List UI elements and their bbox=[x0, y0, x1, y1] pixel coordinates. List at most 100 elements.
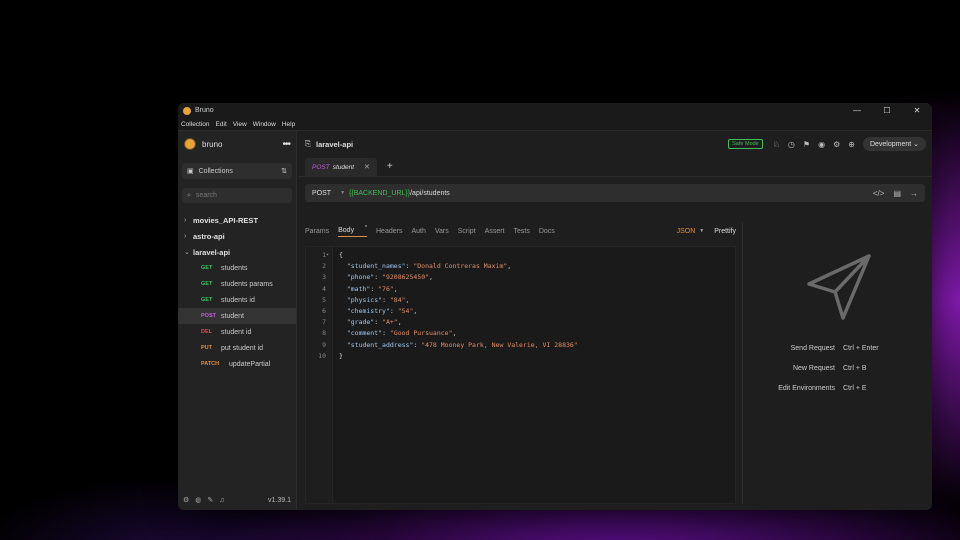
shortcut-row: Edit Environments Ctrl + E bbox=[743, 378, 932, 398]
environment-select[interactable]: Development ⌄ bbox=[862, 137, 926, 151]
run-icon[interactable]: ⚑ bbox=[803, 140, 810, 149]
json-key: "chemistry" bbox=[346, 306, 390, 315]
request-name: student id bbox=[221, 328, 252, 336]
request-tabs: POST student ✕ + bbox=[298, 157, 932, 177]
tab-post-student[interactable]: POST student ✕ bbox=[305, 158, 377, 176]
clock-icon[interactable]: ◷ bbox=[788, 140, 795, 149]
request-name: put student id bbox=[221, 344, 264, 352]
code-icon[interactable]: </> bbox=[873, 189, 885, 198]
eye-icon[interactable]: ◉ bbox=[818, 140, 825, 149]
json-value: "Good Pursuance" bbox=[389, 329, 453, 338]
tab-script[interactable]: Script bbox=[458, 228, 476, 235]
url-bar[interactable]: POST ▼ {{BACKEND_URL}} /api/students </>… bbox=[305, 184, 925, 202]
url-variable: {{BACKEND_URL}} bbox=[349, 189, 411, 197]
request-item[interactable]: PUT put student id bbox=[178, 340, 296, 356]
line-number: 10 bbox=[318, 351, 326, 360]
tab-docs[interactable]: Docs bbox=[539, 228, 555, 235]
prettify-button[interactable]: Prettify bbox=[714, 228, 736, 235]
request-item[interactable]: GET students bbox=[178, 260, 296, 276]
runner-icon[interactable]: ♘ bbox=[773, 140, 780, 149]
code-text: "math": "76", bbox=[346, 284, 398, 293]
collection-name: laravel-api bbox=[193, 247, 231, 257]
maximize-button[interactable]: ☐ bbox=[872, 106, 902, 115]
json-key: "comment" bbox=[346, 329, 383, 338]
tab-headers[interactable]: Headers bbox=[376, 228, 402, 235]
send-arrow-icon[interactable]: → bbox=[910, 189, 918, 198]
shortcut-keys: Ctrl + B bbox=[843, 364, 867, 372]
shortcut-keys: Ctrl + Enter bbox=[843, 344, 879, 352]
close-tab-icon[interactable]: ✕ bbox=[364, 163, 370, 171]
code-text: { bbox=[339, 251, 343, 259]
collection-item[interactable]: › astro-api bbox=[178, 228, 296, 244]
tab-body[interactable]: Body * bbox=[338, 224, 367, 238]
request-item-active[interactable]: POST student bbox=[178, 308, 296, 324]
body-mode-select[interactable]: JSON bbox=[677, 228, 696, 235]
menu-help[interactable]: Help bbox=[282, 121, 295, 128]
shortcut-list: Send Request Ctrl + Enter New Request Ct… bbox=[743, 338, 932, 398]
collection-item[interactable]: ⌄ laravel-api bbox=[178, 244, 296, 260]
collection-header: ⎘ laravel-api Safe Mode ♘ ◷ ⚑ ◉ ⚙ ⊕ Deve… bbox=[298, 131, 932, 157]
new-tab-button[interactable]: + bbox=[387, 161, 393, 172]
code-line: 6 "chemistry": "54", bbox=[306, 306, 735, 317]
plugin-icon[interactable]: ✎ bbox=[207, 496, 213, 504]
request-item[interactable]: DEL student id bbox=[178, 324, 296, 340]
safe-mode-badge[interactable]: Safe Mode bbox=[728, 139, 763, 149]
sort-icon[interactable]: ⇅ bbox=[281, 167, 287, 175]
request-item[interactable]: GET students id bbox=[178, 292, 296, 308]
method-badge: POST bbox=[201, 313, 216, 319]
header-actions: Safe Mode ♘ ◷ ⚑ ◉ ⚙ ⊕ Development ⌄ bbox=[728, 137, 926, 151]
menu-window[interactable]: Window bbox=[253, 121, 276, 128]
json-value: "Donald Contreras Maxim" bbox=[413, 262, 508, 271]
search-input[interactable]: ⌕ search bbox=[182, 188, 292, 203]
tab-vars[interactable]: Vars bbox=[435, 228, 449, 235]
tab-name: student bbox=[332, 163, 355, 171]
code-text: "chemistry": "54", bbox=[346, 306, 418, 315]
bruno-dog-icon bbox=[184, 138, 196, 150]
collections-label: Collections bbox=[198, 167, 233, 175]
line-number: 9 bbox=[322, 340, 326, 349]
send-plane-icon bbox=[807, 254, 871, 320]
line-number: 7 bbox=[322, 318, 326, 327]
line-number: 4 bbox=[322, 284, 326, 293]
code-text: "student_address": "478 Mooney Park, New… bbox=[346, 340, 578, 349]
collection-item[interactable]: › movies_API-REST bbox=[178, 212, 296, 228]
code-line: 7 "grade": "A+", bbox=[306, 317, 735, 328]
modified-marker: * bbox=[365, 224, 367, 231]
chevron-right-icon: › bbox=[184, 216, 187, 224]
request-item[interactable]: PATCH updatePartial bbox=[178, 356, 296, 372]
http-method-select[interactable]: POST bbox=[312, 190, 331, 197]
line-number: 1 bbox=[322, 251, 326, 259]
caret-down-icon: ▼ bbox=[340, 190, 346, 196]
tab-assert[interactable]: Assert bbox=[485, 228, 505, 235]
minimize-button[interactable]: — bbox=[842, 106, 872, 115]
collection-header-icon: ⎘ bbox=[305, 139, 311, 148]
gear-icon[interactable]: ⚙ bbox=[833, 140, 840, 149]
tab-auth[interactable]: Auth bbox=[411, 228, 425, 235]
request-item[interactable]: GET students params bbox=[178, 276, 296, 292]
menu-collection[interactable]: Collection bbox=[181, 121, 210, 128]
menu-view[interactable]: View bbox=[233, 121, 247, 128]
cookies-icon[interactable]: ◍ bbox=[195, 496, 201, 504]
menu-edit[interactable]: Edit bbox=[216, 121, 227, 128]
save-icon[interactable]: ▤ bbox=[893, 189, 901, 198]
more-options-icon[interactable]: ••• bbox=[282, 139, 290, 150]
tab-tests[interactable]: Tests bbox=[514, 228, 530, 235]
notifications-icon[interactable]: ♫ bbox=[219, 497, 224, 504]
settings-icon[interactable]: ⚙ bbox=[183, 496, 189, 504]
code-line: 10 } bbox=[306, 351, 735, 362]
code-line: 4 "math": "76", bbox=[306, 284, 735, 295]
code-text: "physics": "84", bbox=[346, 295, 410, 304]
sidebar-brand: bruno ••• bbox=[178, 131, 296, 157]
collection-name: astro-api bbox=[193, 231, 225, 241]
fold-icon[interactable]: ▾ bbox=[326, 250, 333, 261]
json-key: "physics" bbox=[346, 295, 383, 304]
globe-icon[interactable]: ⊕ bbox=[848, 140, 855, 149]
json-value: "54" bbox=[397, 306, 414, 315]
collections-button[interactable]: ▣ Collections ⇅ bbox=[182, 163, 292, 179]
code-line: 2 "student_names": "Donald Contreras Max… bbox=[306, 261, 735, 272]
close-button[interactable]: ✕ bbox=[902, 106, 932, 115]
brand-name: bruno bbox=[202, 139, 223, 149]
json-key: "student_names" bbox=[346, 262, 406, 271]
tab-params[interactable]: Params bbox=[305, 228, 329, 235]
body-editor[interactable]: 1 ▾ { 2 "student_names": "Donald Contrer… bbox=[305, 246, 736, 504]
